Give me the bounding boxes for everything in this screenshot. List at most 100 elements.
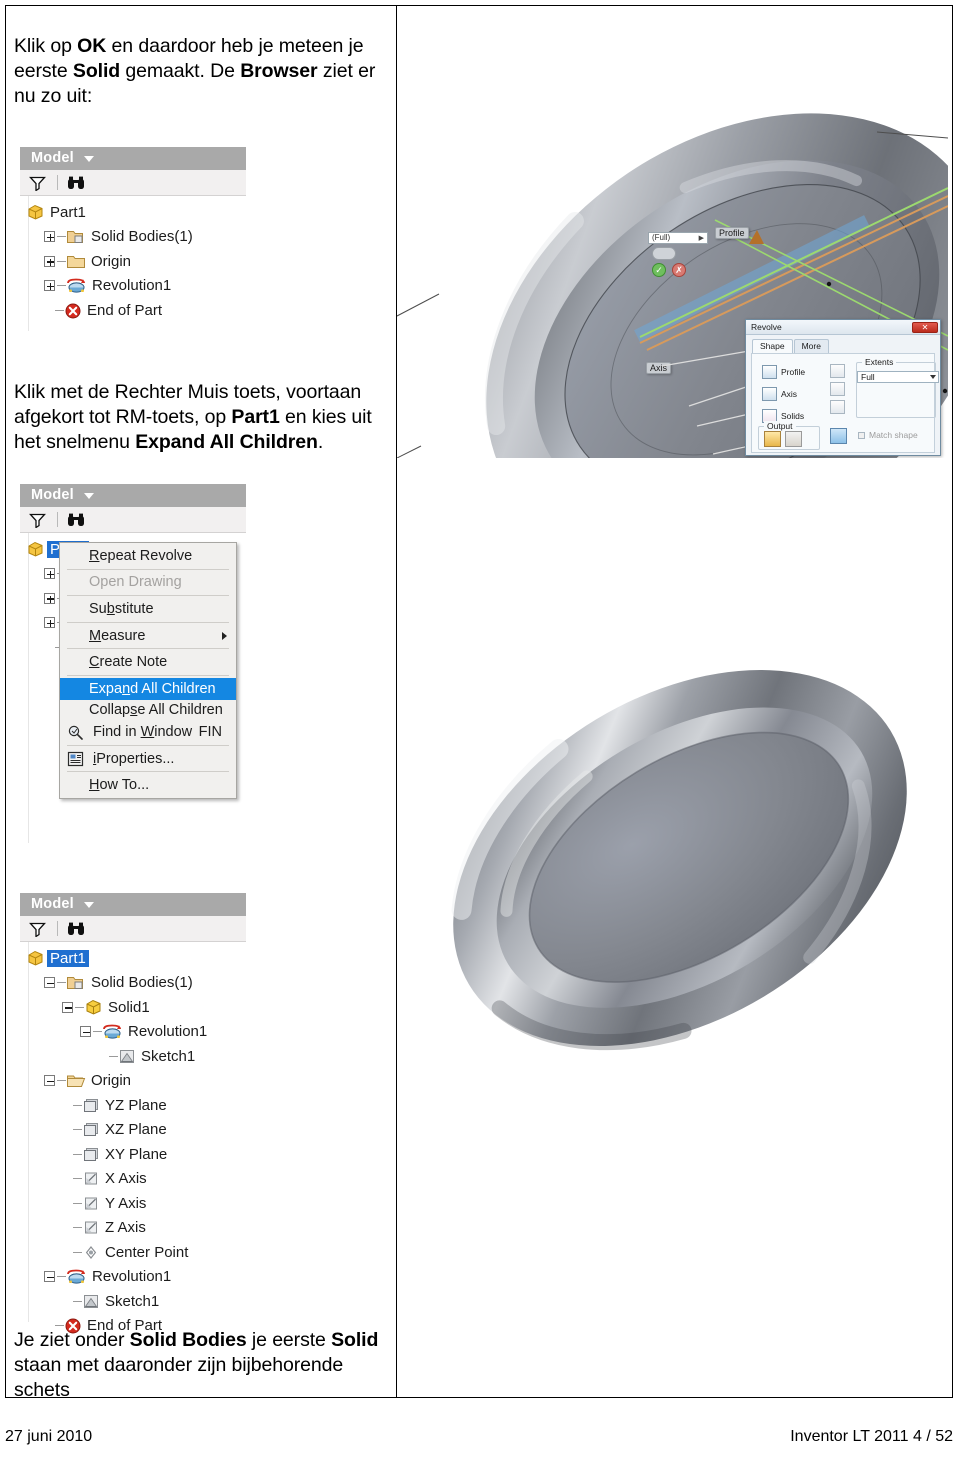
tab-shape[interactable]: Shape [752, 339, 793, 353]
menu-item-collapse-all-children[interactable]: Collapse All Children [60, 700, 236, 722]
mini-extent-combo[interactable]: (Full) ▶ [648, 232, 708, 244]
browser-title-label-3: Model [31, 896, 74, 912]
match-shape-checkbox[interactable] [858, 431, 865, 439]
tree-item-solid-bodies-1[interactable]: Solid Bodies(1) [26, 225, 246, 250]
tree-item-y-axis[interactable]: Y Axis [26, 1191, 246, 1216]
match-shape-row[interactable]: Match shape [858, 430, 918, 440]
profile-selector[interactable]: Profile [762, 365, 805, 379]
tree-item-part1[interactable]: Part1 [26, 200, 246, 225]
chevron-down-icon-3[interactable] [84, 902, 94, 908]
folder-icon [66, 253, 86, 270]
collapse-toggle-icon[interactable] [62, 1001, 73, 1013]
tree-item-revolution1[interactable]: Revolution1 [26, 274, 246, 299]
expand-toggle-icon[interactable] [44, 617, 55, 629]
expand-toggle-icon[interactable] [44, 592, 55, 604]
output-surface-button[interactable] [785, 431, 802, 447]
red-cancel-icon[interactable]: ✗ [672, 263, 686, 277]
menu-item-iproperties[interactable]: iProperties... [60, 748, 236, 770]
tree-item-solid-bodies-1[interactable]: Solid Bodies(1) [26, 971, 246, 996]
axis-selector[interactable]: Axis [762, 387, 797, 401]
browser-toolbar[interactable] [20, 170, 246, 196]
intersect-button[interactable] [830, 400, 845, 414]
left-column: Klik op OK en daardoor heb je meteen je … [6, 6, 397, 1401]
tree-item-x-axis[interactable]: X Axis [26, 1167, 246, 1192]
chevron-down-icon[interactable] [84, 156, 94, 162]
cad-viewport-top[interactable]: (Full) ▶ ✓ ✗ Profile Axis Revolve ✕ Shap… [397, 6, 948, 458]
menu-item-expand-all-children[interactable]: Expand All Children [60, 677, 236, 700]
collapse-toggle-icon[interactable] [44, 1271, 55, 1283]
filter-icon-3[interactable] [29, 921, 46, 937]
tree-item-yz-plane[interactable]: YZ Plane [26, 1093, 246, 1118]
model-browser-panel-collapsed[interactable]: Model Part1 Solid Bodies(1) Origin Revol… [20, 147, 246, 331]
binoculars-icon-2[interactable] [67, 512, 85, 528]
axis-tag-label: Axis [650, 363, 668, 373]
tree-item-revolution1[interactable]: Revolution1 [26, 1020, 246, 1045]
menu-item-how-to[interactable]: How To... [60, 774, 236, 796]
expand-toggle-icon[interactable] [44, 255, 55, 267]
join-button[interactable] [830, 364, 845, 378]
tree-item-xy-plane[interactable]: XY Plane [26, 1142, 246, 1167]
binoculars-icon-3[interactable] [67, 921, 85, 937]
browser-toolbar-3[interactable] [20, 916, 246, 942]
green-check-icon[interactable]: ✓ [652, 263, 666, 277]
revolve-dialog[interactable]: Revolve ✕ Shape More Profile Axis Solids… [745, 319, 941, 456]
axis-tag[interactable]: Axis [646, 362, 672, 374]
menu-item-measure[interactable]: Measure [60, 625, 236, 647]
model-browser-panel-expanded[interactable]: Model Part1 Solid Bodies(1) Solid1 Revol… [20, 893, 246, 1334]
collapse-toggle-icon[interactable] [80, 1026, 91, 1038]
menu-item-repeat-revolve[interactable]: Repeat Revolve [60, 545, 236, 567]
tab-more[interactable]: More [793, 339, 829, 353]
collapse-toggle-icon[interactable] [44, 1075, 55, 1087]
expand-toggle-icon[interactable] [44, 568, 55, 580]
extents-group: Extents Full [856, 357, 939, 418]
menu-item-substitute[interactable]: Substitute [60, 598, 236, 620]
browser-title-bar-2[interactable]: Model [20, 484, 246, 507]
submenu-arrow-icon [222, 631, 227, 640]
tree-item-xz-plane[interactable]: XZ Plane [26, 1118, 246, 1143]
toolbar-divider [57, 175, 58, 190]
collapse-toggle-icon[interactable] [44, 977, 55, 989]
context-menu[interactable]: Repeat Revolve Open Drawing Substitute Meas… [59, 542, 237, 799]
new-solid-button[interactable] [830, 428, 847, 444]
revolve-dialog-tabs[interactable]: Shape More [746, 335, 940, 353]
browser-title-bar[interactable]: Model [20, 147, 246, 170]
cut-button[interactable] [830, 382, 845, 396]
chevron-down-icon-extents[interactable] [930, 375, 936, 379]
tree-item-z-axis[interactable]: Z Axis [26, 1216, 246, 1241]
menu-item-find-in-window[interactable]: Find in Window FIN [60, 721, 236, 743]
chevron-down-icon-2[interactable] [84, 493, 94, 499]
menu-item-create-note[interactable]: Create Note [60, 651, 236, 673]
model-tree-collapsed[interactable]: Part1 Solid Bodies(1) Origin Revolution1 End… [20, 196, 246, 331]
tree-item-solid1[interactable]: Solid1 [26, 995, 246, 1020]
filter-icon-2[interactable] [29, 512, 46, 528]
browser-title-bar-3[interactable]: Model [20, 893, 246, 916]
tree-item-center-point[interactable]: Center Point [26, 1240, 246, 1265]
tree-item-end-of-part[interactable]: End of Part [26, 298, 246, 323]
tree-item-label: Sketch1 [105, 1292, 160, 1310]
boolean-operation-buttons[interactable] [830, 364, 845, 414]
binoculars-icon[interactable] [67, 175, 85, 191]
output-solid-button[interactable] [764, 431, 781, 447]
mini-options-icon[interactable] [652, 247, 676, 260]
menu-item-label: Collapse All Children [89, 702, 223, 719]
tree-item-sketch1[interactable]: Sketch1 [26, 1289, 246, 1314]
tree-item-origin[interactable]: Origin [26, 1069, 246, 1094]
sketch-icon [82, 1293, 100, 1310]
revolve-dialog-title: Revolve [751, 322, 782, 332]
tree-item-origin[interactable]: Origin [26, 249, 246, 274]
tree-item-revolution1[interactable]: Revolution1 [26, 1265, 246, 1290]
revolve-dialog-titlebar[interactable]: Revolve ✕ [746, 320, 940, 335]
tree-item-sketch1[interactable]: Sketch1 [26, 1044, 246, 1069]
expand-toggle-icon[interactable] [44, 231, 55, 243]
close-icon[interactable]: ✕ [912, 321, 938, 333]
revolve-mini-toolbar[interactable]: (Full) ▶ ✓ ✗ [648, 232, 768, 277]
expand-toggle-icon[interactable] [44, 280, 55, 292]
extents-combo[interactable]: Full [857, 371, 939, 383]
tree-item-label: YZ Plane [105, 1096, 167, 1114]
browser-toolbar-2[interactable] [20, 507, 246, 533]
tree-item-part1[interactable]: Part1 [26, 946, 246, 971]
cad-viewport-bottom[interactable] [397, 458, 948, 1398]
model-tree-expanded[interactable]: Part1 Solid Bodies(1) Solid1 Revolution1 Ske… [20, 942, 246, 1334]
profile-tag[interactable]: Profile [715, 227, 749, 239]
filter-icon[interactable] [29, 175, 46, 191]
